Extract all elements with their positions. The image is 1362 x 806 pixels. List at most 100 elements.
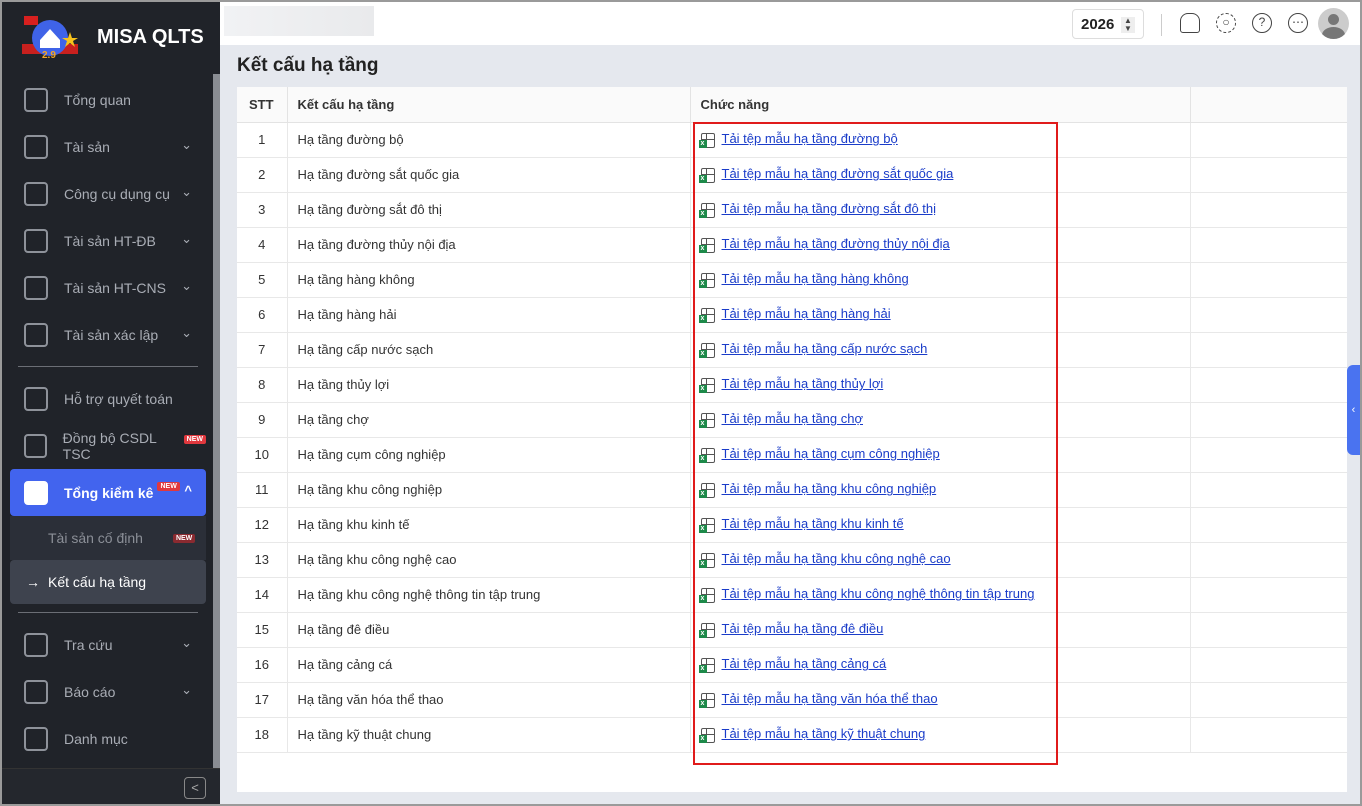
more-icon[interactable]: ⋯ xyxy=(1288,13,1308,33)
sidebar-subitem[interactable]: Tài sản cố định NEW xyxy=(10,516,206,560)
empty-cell xyxy=(1190,717,1347,753)
empty-cell xyxy=(1190,367,1347,403)
help-icon[interactable]: ? xyxy=(1252,13,1272,33)
excel-icon xyxy=(698,517,715,533)
sidebar-item[interactable]: Tổng quan xyxy=(10,76,206,123)
table-card: STT Kết cấu hạ tầng Chức năng 1 Hạ tầng đ… xyxy=(237,87,1347,792)
menu-icon xyxy=(24,679,48,704)
function-cell: Tải tệp mẫu hạ tầng đường thủy nội địa xyxy=(690,227,1191,263)
sidebar-item[interactable]: Đồng bộ CSDL TSC NEW xyxy=(10,422,206,469)
excel-icon xyxy=(698,482,715,498)
row-number: 12 xyxy=(237,507,288,543)
table-row: 15Hạ tầng đê điều Tải tệp mẫu hạ tầng đê … xyxy=(237,612,1347,648)
excel-icon xyxy=(698,587,715,603)
sidebar-item[interactable]: Tổng kiểm kê NEW ^ xyxy=(10,469,206,516)
infrastructure-name: Hạ tầng hàng không xyxy=(287,262,691,298)
sidebar-item-label: Tài sản HT-CNS xyxy=(64,279,166,296)
spinner-arrows-icon[interactable]: ▲ ▼ xyxy=(1121,17,1135,33)
empty-cell xyxy=(1190,402,1347,438)
function-cell: Tải tệp mẫu hạ tầng hàng không xyxy=(690,262,1191,298)
chevron-down-icon: ⌄ xyxy=(181,278,192,293)
download-template-link[interactable]: Tải tệp mẫu hạ tầng văn hóa thể thao xyxy=(722,691,938,706)
sidebar-item-label: Tài sản HT-ĐB xyxy=(64,232,156,249)
empty-cell xyxy=(1190,227,1347,263)
download-template-link[interactable]: Tải tệp mẫu hạ tầng khu công nghệ thông … xyxy=(722,586,1035,601)
excel-icon xyxy=(698,307,715,323)
download-template-link[interactable]: Tải tệp mẫu hạ tầng chợ xyxy=(722,411,864,426)
table-row: 4Hạ tầng đường thủy nội địa Tải tệp mẫu h… xyxy=(237,227,1347,263)
excel-icon xyxy=(698,412,715,428)
empty-cell xyxy=(1190,542,1347,578)
sidebar-item[interactable]: Hỗ trợ quyết toán xyxy=(10,375,206,422)
infrastructure-name: Hạ tầng đường sắt quốc gia xyxy=(287,157,691,193)
menu-icon xyxy=(24,134,48,159)
table-row: 1Hạ tầng đường bộ Tải tệp mẫu hạ tầng đườ… xyxy=(237,122,1347,158)
download-template-link[interactable]: Tải tệp mẫu hạ tầng khu công nghệ cao xyxy=(722,551,951,566)
row-number: 3 xyxy=(237,192,288,228)
excel-icon xyxy=(698,447,715,463)
menu-icon xyxy=(24,181,48,206)
download-template-link[interactable]: Tải tệp mẫu hạ tầng đường sắt quốc gia xyxy=(722,166,954,181)
function-cell: Tải tệp mẫu hạ tầng khu kinh tế xyxy=(690,507,1191,543)
side-panel-toggle[interactable]: ‹ xyxy=(1347,365,1360,455)
menu-icon xyxy=(24,726,48,751)
infrastructure-name: Hạ tầng chợ xyxy=(287,402,691,438)
download-template-link[interactable]: Tải tệp mẫu hạ tầng hàng hải xyxy=(722,306,891,321)
download-template-link[interactable]: Tải tệp mẫu hạ tầng khu công nghiệp xyxy=(722,481,937,496)
table-row: 14 Hạ tầng khu công nghệ thông tin tập tr… xyxy=(237,577,1347,613)
sidebar-item-label: Đồng bộ CSDL TSC xyxy=(62,429,157,462)
arrow-right-icon: → xyxy=(26,574,40,590)
sidebar-item[interactable]: Tài sản ⌄ xyxy=(10,123,206,170)
empty-cell xyxy=(1190,122,1347,158)
avatar[interactable] xyxy=(1318,8,1349,39)
excel-icon xyxy=(698,657,715,673)
sidebar-scrollbar[interactable] xyxy=(213,74,220,774)
table-row: 8Hạ tầng thủy lợi Tải tệp mẫu hạ tầng thủ… xyxy=(237,367,1347,403)
download-template-link[interactable]: Tải tệp mẫu hạ tầng đê điều xyxy=(722,621,884,636)
sidebar-item-label: Công cụ dụng cụ xyxy=(64,185,170,202)
function-cell: Tải tệp mẫu hạ tầng cụm công nghiệp xyxy=(690,437,1191,473)
sidebar-subitem[interactable]: → Kết cấu hạ tầng xyxy=(10,560,206,604)
infrastructure-name: Hạ tầng khu công nghiệp xyxy=(287,472,691,508)
excel-icon xyxy=(698,377,715,393)
infrastructure-name: Hạ tầng thủy lợi xyxy=(287,367,691,403)
sidebar-item[interactable]: Tài sản xác lập ⌄ xyxy=(10,311,206,358)
chevron-up-icon: ^ xyxy=(184,483,192,498)
empty-cell xyxy=(1190,472,1347,508)
sidebar-item[interactable]: Tài sản HT-ĐB ⌄ xyxy=(10,217,206,264)
collapse-sidebar-button[interactable]: < xyxy=(184,777,206,799)
sidebar-item-label: Hỗ trợ quyết toán xyxy=(64,390,173,407)
excel-icon xyxy=(698,692,715,708)
sidebar-item-label: Tài sản xác lập xyxy=(64,326,159,343)
download-template-link[interactable]: Tải tệp mẫu hạ tầng cấp nước sạch xyxy=(722,341,928,356)
table-row: 7Hạ tầng cấp nước sạch Tải tệp mẫu hạ tần… xyxy=(237,332,1347,368)
bell-icon[interactable] xyxy=(1180,13,1200,33)
sidebar-item[interactable]: Báo cáo ⌄ xyxy=(10,668,206,715)
sidebar-item[interactable]: Công cụ dụng cụ ⌄ xyxy=(10,170,206,217)
sidebar-item[interactable]: Tra cứu ⌄ xyxy=(10,621,206,668)
download-template-link[interactable]: Tải tệp mẫu hạ tầng đường thủy nội địa xyxy=(722,236,950,251)
row-number: 13 xyxy=(237,542,288,578)
download-template-link[interactable]: Tải tệp mẫu hạ tầng khu kinh tế xyxy=(722,516,904,531)
sidebar-item-label: Báo cáo xyxy=(64,683,116,700)
menu-icon xyxy=(24,322,48,347)
logo-icon: 2.9 xyxy=(22,16,78,61)
download-template-link[interactable]: Tải tệp mẫu hạ tầng hàng không xyxy=(722,271,909,286)
infrastructure-name: Hạ tầng cụm công nghiệp xyxy=(287,437,691,473)
download-template-link[interactable]: Tải tệp mẫu hạ tầng đường bộ xyxy=(722,131,898,146)
sidebar-item[interactable]: Danh mục xyxy=(10,715,206,762)
download-template-link[interactable]: Tải tệp mẫu hạ tầng kỹ thuật chung xyxy=(722,726,926,741)
infrastructure-table: STT Kết cấu hạ tầng Chức năng 1 Hạ tầng đ… xyxy=(237,87,1347,753)
gear-icon[interactable]: ○ xyxy=(1216,13,1236,33)
year-stepper[interactable]: 2026 ▲ ▼ xyxy=(1072,9,1144,39)
download-template-link[interactable]: Tải tệp mẫu hạ tầng cụm công nghiệp xyxy=(722,446,940,461)
infrastructure-name: Hạ tầng đường sắt đô thị xyxy=(287,192,691,228)
download-template-link[interactable]: Tải tệp mẫu hạ tầng thủy lợi xyxy=(722,376,884,391)
table-row: 18Hạ tầng kỹ thuật chung Tải tệp mẫu hạ t… xyxy=(237,717,1347,753)
download-template-link[interactable]: Tải tệp mẫu hạ tầng cảng cá xyxy=(722,656,887,671)
sidebar-item[interactable]: Tài sản HT-CNS ⌄ xyxy=(10,264,206,311)
row-number: 4 xyxy=(237,227,288,263)
download-template-link[interactable]: Tải tệp mẫu hạ tầng đường sắt đô thị xyxy=(722,201,937,216)
col-header-function: Chức năng xyxy=(690,87,1191,123)
function-cell: Tải tệp mẫu hạ tầng chợ xyxy=(690,402,1191,438)
